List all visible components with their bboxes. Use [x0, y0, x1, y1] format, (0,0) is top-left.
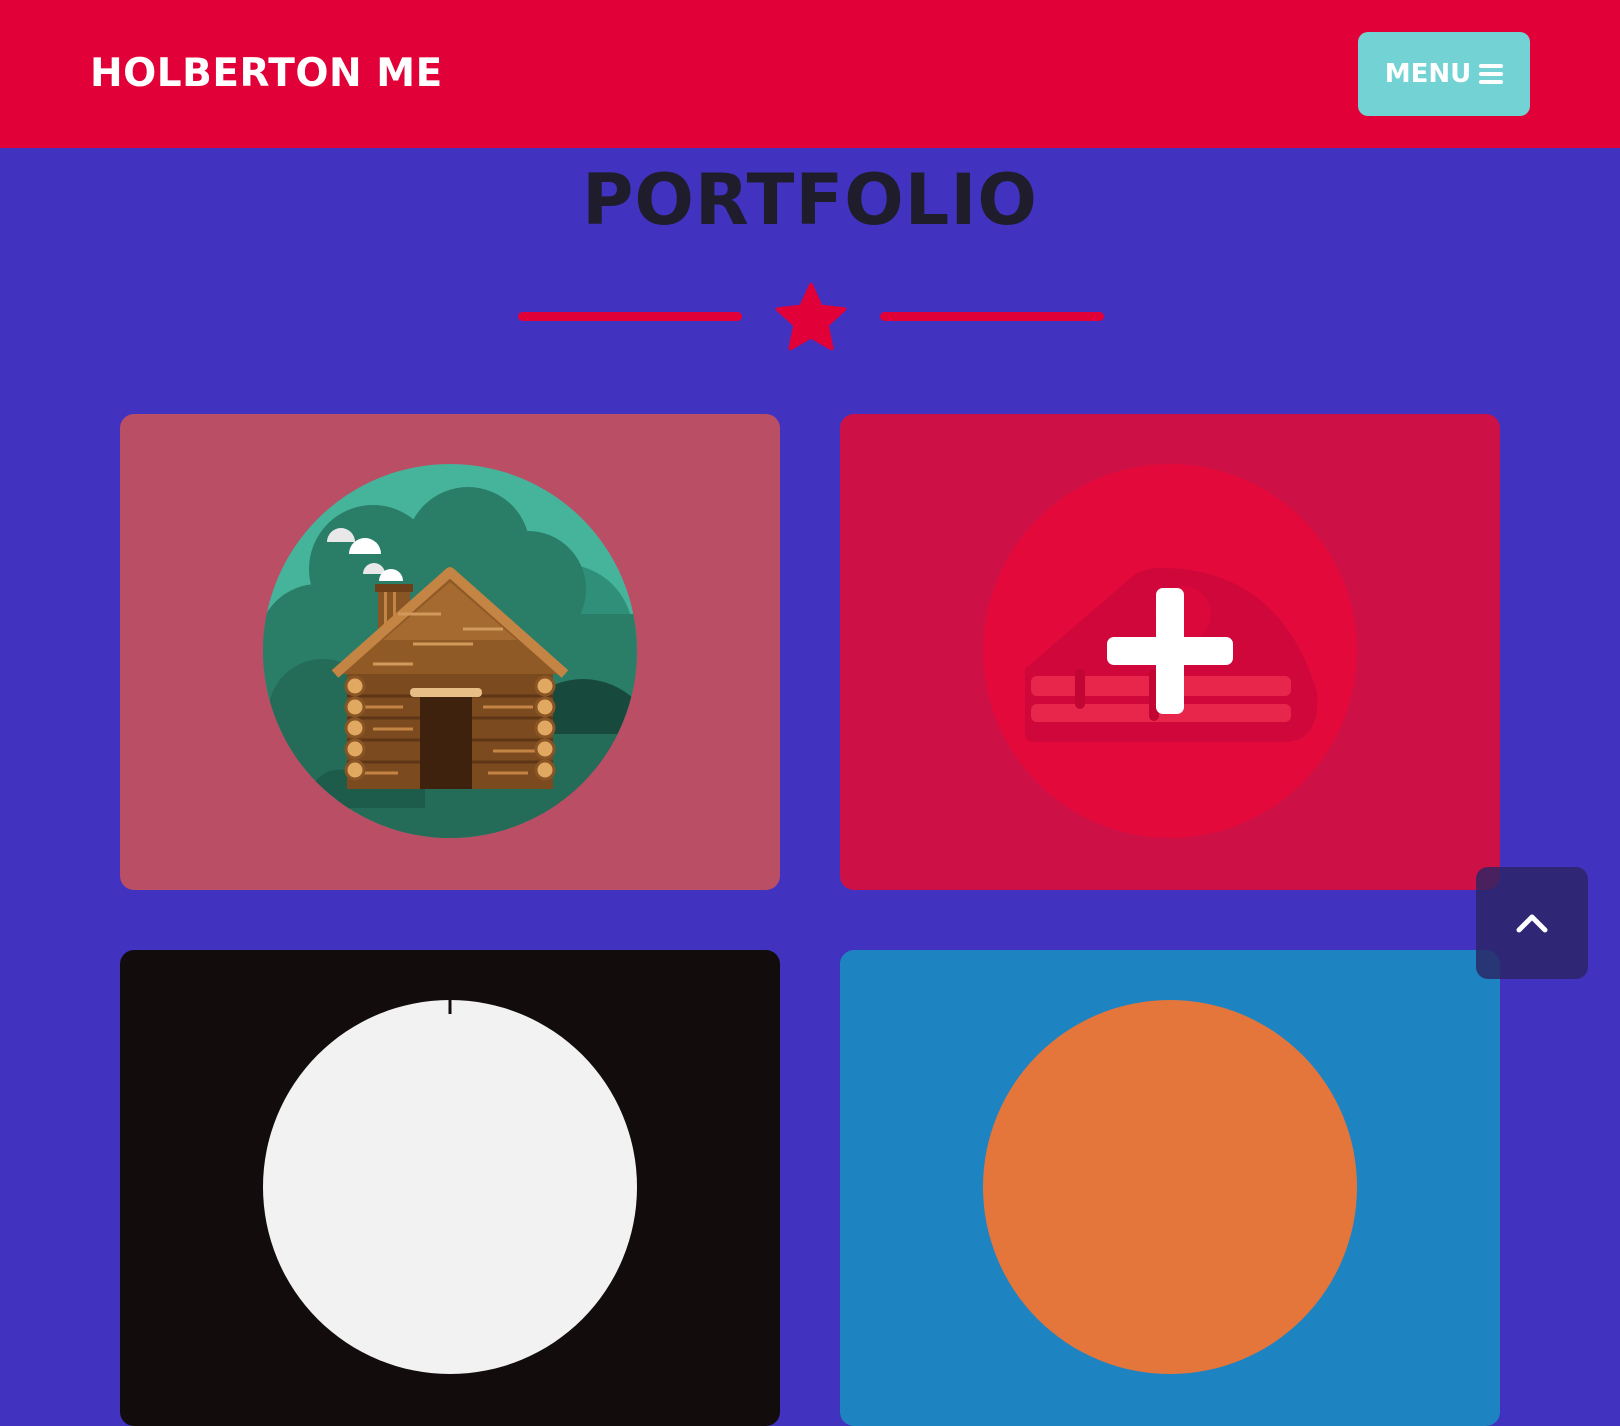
- menu-label: MENU: [1384, 59, 1472, 89]
- scroll-to-top-button[interactable]: [1476, 867, 1588, 979]
- portfolio-item-circus[interactable]: [120, 950, 780, 1426]
- hamburger-icon: [1479, 64, 1504, 84]
- section-title: PORTFOLIO: [582, 159, 1038, 241]
- portfolio-item-game[interactable]: [840, 950, 1500, 1426]
- star-icon: [775, 283, 847, 351]
- menu-button[interactable]: MENU: [1358, 32, 1530, 116]
- section-divider: [518, 283, 1104, 351]
- navbar: HOLBERTON ME MENU: [0, 0, 1620, 148]
- log-cabin-illustration: [263, 464, 637, 838]
- portfolio-item-cabin[interactable]: [120, 414, 780, 890]
- circus-tent-illustration: [263, 1000, 637, 1374]
- cake-illustration: [983, 464, 1357, 838]
- chevron-up-icon: [1516, 914, 1548, 933]
- game-controller-illustration: [983, 1000, 1357, 1374]
- portfolio-item-cake[interactable]: [840, 414, 1500, 890]
- brand-logo[interactable]: HOLBERTON ME: [90, 48, 443, 100]
